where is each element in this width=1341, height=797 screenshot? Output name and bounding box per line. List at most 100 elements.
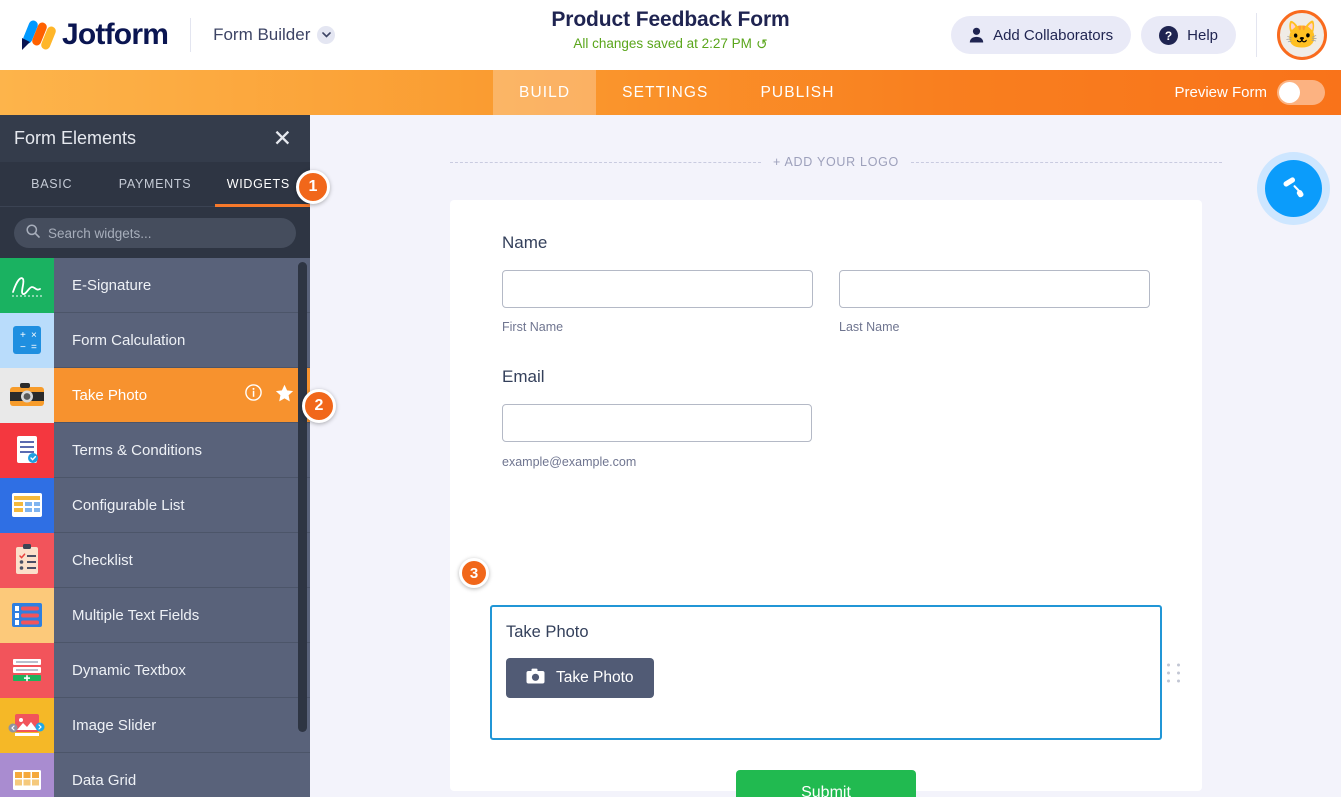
take-photo-widget-label: Take Photo [492, 607, 1160, 642]
widget-row-form-calculation[interactable]: +×−= Form Calculation [0, 313, 310, 368]
grid-list-icon [0, 478, 54, 533]
widget-row-dynamic-textbox[interactable]: Dynamic Textbox [0, 643, 310, 698]
text-fields-icon [0, 588, 54, 643]
widget-row-data-grid[interactable]: Data Grid [0, 753, 310, 797]
svg-text:?: ? [1165, 29, 1172, 43]
field-name: Name First Name Last Name [450, 200, 1202, 334]
jotform-form-builder: Jotform Form Builder Product Feedback Fo… [0, 0, 1341, 797]
navbar-right: Preview Form [1174, 70, 1341, 115]
dynamic-textbox-icon [0, 643, 54, 698]
sidebar-tab-widgets[interactable]: WIDGETS [207, 162, 310, 206]
widget-row-checklist[interactable]: Checklist [0, 533, 310, 588]
drag-handle[interactable] [1167, 663, 1181, 682]
widget-row-e-signature[interactable]: E-Signature [0, 258, 310, 313]
take-photo-button-label: Take Photo [556, 669, 634, 687]
sidebar-scrollbar[interactable] [298, 262, 307, 732]
sidebar-header: Form Elements ✕ [0, 115, 310, 162]
help-label: Help [1187, 27, 1218, 44]
form-elements-sidebar: Form Elements ✕ BASIC PAYMENTS WIDGETS [0, 115, 310, 797]
email-hint: example@example.com [502, 455, 1150, 469]
tab-build[interactable]: BUILD [493, 70, 596, 115]
last-name-hint: Last Name [839, 320, 1150, 334]
name-inputs-row: First Name Last Name [502, 270, 1150, 334]
signature-icon [0, 258, 54, 313]
help-button[interactable]: ? Help [1141, 16, 1236, 54]
form-designer-button[interactable] [1265, 160, 1322, 217]
widget-label: Configurable List [54, 497, 310, 514]
tab-publish-label: PUBLISH [760, 84, 834, 102]
undo-icon[interactable]: ↻ [756, 37, 768, 51]
avatar-glyph: 🐱 [1285, 19, 1319, 51]
navbar-spacer [0, 70, 493, 115]
header-divider-2 [1256, 13, 1257, 57]
form-preview-card: Name First Name Last Name Email example@… [450, 200, 1202, 791]
add-collaborators-button[interactable]: Add Collaborators [951, 16, 1131, 54]
preview-form-toggle[interactable] [1277, 80, 1325, 105]
header-divider [190, 18, 191, 52]
camera-icon [0, 368, 54, 423]
chevron-down-icon [317, 26, 335, 44]
preview-form-label: Preview Form [1174, 84, 1267, 101]
save-status-text: All changes saved at 2:27 PM [573, 36, 752, 51]
sidebar-tabs: BASIC PAYMENTS WIDGETS [0, 162, 310, 207]
widget-list: E-Signature +×−= Form Calculation Take P… [0, 258, 310, 797]
widget-row-image-slider[interactable]: Image Slider [0, 698, 310, 753]
widget-row-terms-conditions[interactable]: Terms & Conditions [0, 423, 310, 478]
widget-row-take-photo[interactable]: Take Photo [0, 368, 310, 423]
camera-icon [526, 668, 545, 689]
tab-settings-label: SETTINGS [622, 84, 708, 102]
first-name-col: First Name [502, 270, 813, 334]
tab-publish[interactable]: PUBLISH [734, 70, 860, 115]
sidebar-tab-payments[interactable]: PAYMENTS [103, 162, 206, 206]
dashed-line-left [450, 162, 761, 163]
jotform-logo[interactable]: Jotform [20, 18, 168, 52]
widget-row-configurable-list[interactable]: Configurable List [0, 478, 310, 533]
marker-2: 2 [302, 389, 336, 423]
product-menu-label: Form Builder [213, 25, 310, 45]
avatar[interactable]: 🐱 [1277, 10, 1327, 60]
search-input[interactable] [48, 226, 284, 241]
widget-label: Dynamic Textbox [54, 662, 310, 679]
image-slider-icon [0, 698, 54, 753]
search-widgets-wrap [0, 207, 310, 258]
logo-text: Jotform [62, 18, 168, 52]
clipboard-icon [0, 533, 54, 588]
dashed-line-right [911, 162, 1222, 163]
close-icon[interactable]: ✕ [273, 127, 292, 150]
svg-text:+: + [20, 330, 26, 341]
widget-label: Take Photo [54, 387, 245, 404]
widget-label: Image Slider [54, 717, 310, 734]
email-label: Email [502, 367, 1150, 387]
save-status: All changes saved at 2:27 PM ↻ [573, 36, 767, 51]
document-check-icon [0, 423, 54, 478]
submit-button[interactable]: Submit [736, 770, 916, 797]
widget-label: Multiple Text Fields [54, 607, 310, 624]
widget-row-multiple-text-fields[interactable]: Multiple Text Fields [0, 588, 310, 643]
name-label: Name [502, 233, 1150, 253]
sidebar-title: Form Elements [14, 128, 136, 149]
widget-label: E-Signature [54, 277, 310, 294]
first-name-hint: First Name [502, 320, 813, 334]
tab-build-label: BUILD [519, 84, 570, 102]
tab-settings[interactable]: SETTINGS [596, 70, 734, 115]
first-name-input[interactable] [502, 270, 813, 308]
last-name-input[interactable] [839, 270, 1150, 308]
marker-1: 1 [296, 170, 330, 204]
svg-text:=: = [31, 342, 37, 353]
sidebar-tab-basic[interactable]: BASIC [0, 162, 103, 206]
take-photo-button[interactable]: Take Photo [506, 658, 654, 698]
star-icon[interactable] [275, 384, 294, 407]
calculator-icon: +×−= [0, 313, 54, 368]
product-menu[interactable]: Form Builder [213, 25, 335, 45]
submit-row: Submit [450, 770, 1202, 797]
email-input[interactable] [502, 404, 812, 442]
svg-text:×: × [31, 330, 37, 341]
data-grid-icon [0, 753, 54, 797]
header-actions: Add Collaborators ? Help 🐱 [951, 0, 1341, 70]
take-photo-widget-block[interactable]: Take Photo Take Photo [490, 605, 1162, 740]
widget-label: Checklist [54, 552, 310, 569]
info-icon[interactable] [245, 384, 262, 406]
search-icon [26, 224, 40, 243]
search-widgets-box[interactable] [14, 218, 296, 248]
add-your-logo-button[interactable]: + ADD YOUR LOGO [773, 155, 899, 169]
